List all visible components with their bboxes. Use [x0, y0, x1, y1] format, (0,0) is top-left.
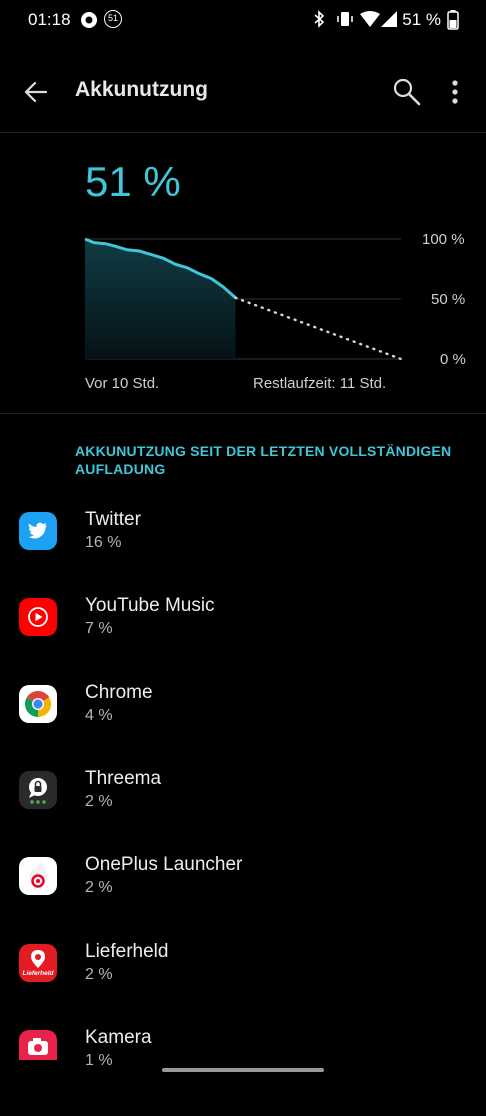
section-header: AKKUNUTZUNG SEIT DER LETZTEN VOLLSTÄNDIG… [75, 443, 452, 477]
signal-icon [381, 11, 397, 27]
y-tick-50: 50 % [431, 291, 466, 308]
lieferheld-logo-text: Lieferheld [22, 970, 54, 977]
battery-projection-line [234, 296, 403, 361]
circle-dot-icon [81, 12, 97, 28]
page-title: Akkunutzung [75, 78, 208, 101]
app-row-threema[interactable]: Threema 2 % [0, 768, 486, 857]
x-label-end: Restlaufzeit: 11 Std. [253, 375, 387, 392]
app-usage-pct: 2 % [85, 879, 113, 896]
app-usage-pct: 16 % [85, 534, 122, 551]
app-row-chrome[interactable]: Chrome 4 % [0, 682, 486, 771]
battery-icon [447, 10, 459, 30]
app-row-kamera[interactable]: Kamera 1 % [0, 1027, 486, 1116]
threema-icon [19, 771, 57, 809]
app-name: Threema [85, 768, 162, 789]
battery-chart: 100 % 50 % 0 % Vor 10 Std. Restlaufzeit:… [0, 225, 486, 405]
chrome-icon [19, 685, 57, 723]
app-row-oneplus-launcher[interactable]: OnePlus Launcher 2 % [0, 854, 486, 943]
x-label-start: Vor 10 Std. [85, 375, 160, 392]
wifi-icon [360, 11, 380, 27]
app-usage-pct: 2 % [85, 966, 113, 983]
app-name: Kamera [85, 1027, 152, 1048]
app-usage-pct: 2 % [85, 793, 113, 810]
app-bar: Akkunutzung [0, 58, 486, 124]
badge-51-icon: 51 [104, 10, 122, 28]
app-name: Twitter [85, 509, 141, 530]
status-battery-pct: 51 % [402, 10, 441, 29]
search-icon[interactable] [392, 77, 422, 107]
status-time: 01:18 [28, 10, 71, 29]
back-arrow-icon[interactable] [22, 78, 50, 106]
battery-level: 51 % [85, 158, 181, 205]
vibrate-icon [337, 12, 353, 26]
status-bar: 01:18 51 51 % [0, 0, 486, 40]
app-row-lieferheld[interactable]: Lieferheld Lieferheld 2 % [0, 941, 486, 1030]
bluetooth-icon [314, 10, 325, 28]
app-usage-pct: 4 % [85, 707, 113, 724]
youtube-music-icon [19, 598, 57, 636]
camera-icon [19, 1030, 57, 1060]
app-row-youtube-music[interactable]: YouTube Music 7 % [0, 595, 486, 684]
app-usage-pct: 1 % [85, 1052, 113, 1068]
app-name: Chrome [85, 682, 153, 703]
lieferheld-icon: Lieferheld [19, 944, 57, 982]
chart-divider [0, 413, 486, 414]
app-usage-pct: 7 % [85, 620, 113, 637]
appbar-divider [0, 132, 486, 133]
twitter-icon [19, 512, 57, 550]
app-name: YouTube Music [85, 595, 215, 616]
app-row-twitter[interactable]: Twitter 16 % [0, 509, 486, 598]
gesture-nav-bar[interactable] [162, 1068, 324, 1072]
oneplus-launcher-icon [19, 857, 57, 895]
y-tick-0: 0 % [440, 351, 466, 368]
y-tick-100: 100 % [422, 231, 465, 248]
app-name: Lieferheld [85, 941, 169, 962]
app-name: OnePlus Launcher [85, 854, 243, 875]
battery-chart-svg [84, 237, 403, 361]
more-vert-icon[interactable] [446, 78, 464, 106]
